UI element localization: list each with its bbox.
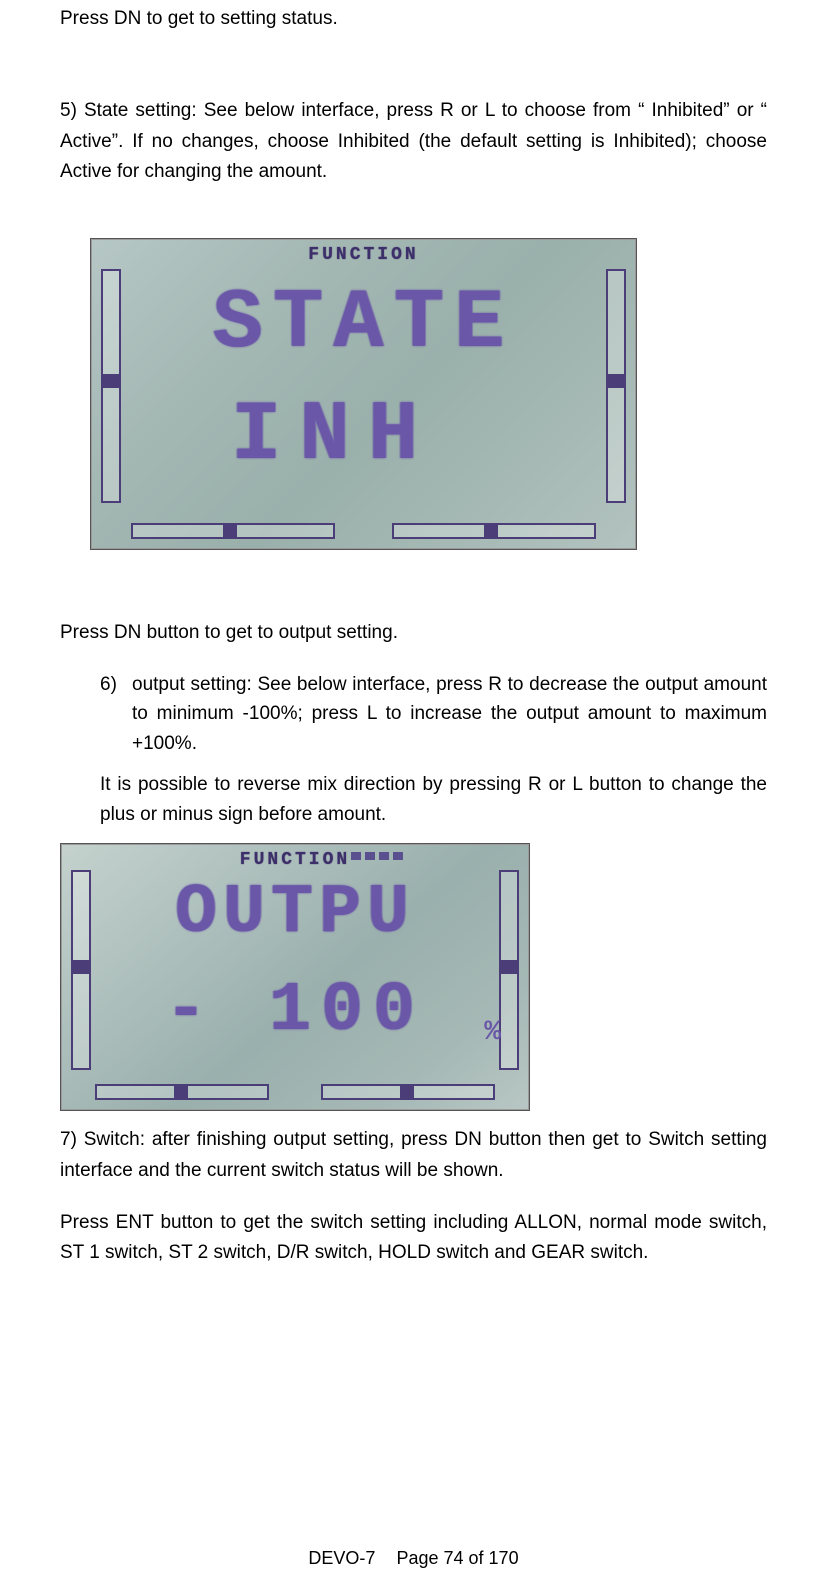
lcd2-title: FUNCTION [240, 850, 350, 870]
lcd-figure-2: FUNCTION OUTPU - 100 % [60, 843, 530, 1111]
lcd2-bottom-right-gauge [321, 1084, 495, 1100]
lcd1-bottom-left-gauge [131, 523, 335, 539]
lcd2-line1: OUTPU [61, 874, 529, 953]
lcd1-title: FUNCTION [308, 245, 418, 265]
footer-model: DEVO-7 [308, 1548, 375, 1568]
dot-icon [365, 852, 375, 860]
gauge-marker [223, 523, 237, 539]
step-6-note: It is possible to reverse mix direction … [60, 770, 767, 829]
lcd1-line2: INH [91, 389, 636, 484]
spacer [60, 550, 767, 590]
lcd2-bottom-left-gauge [95, 1084, 269, 1100]
step-5-text: 5) State setting: See below interface, p… [60, 96, 767, 187]
dot-icon [351, 852, 361, 860]
gauge-marker [101, 374, 121, 388]
spacer [60, 56, 767, 96]
after-lcd1-text: Press DN button to get to output setting… [60, 618, 767, 648]
spacer [60, 210, 767, 238]
page-footer: DEVO-7 Page 74 of 170 [0, 1548, 827, 1569]
step-7-text: 7) Switch: after finishing output settin… [60, 1125, 767, 1186]
gauge-marker [400, 1084, 414, 1100]
footer-page-number: Page 74 of 170 [396, 1548, 518, 1568]
gauge-marker [174, 1084, 188, 1100]
document-page: Press DN to get to setting status. 5) St… [0, 0, 827, 1593]
lcd2-line2: - 100 [61, 972, 529, 1051]
dot-icon [393, 852, 403, 860]
list-item: 6) output setting: See below interface, … [100, 670, 767, 758]
step-6-number: 6) [100, 670, 132, 758]
lcd-figure-2-wrap: FUNCTION OUTPU - 100 % [60, 843, 767, 1111]
lcd-figure-1-wrap: FUNCTION STATE INH [90, 238, 767, 550]
step-7b-text: Press ENT button to get the switch setti… [60, 1208, 767, 1269]
gauge-marker [484, 523, 498, 539]
spacer [60, 590, 767, 618]
gauge-marker [606, 374, 626, 388]
dot-icon [379, 852, 389, 860]
lcd1-line1: STATE [91, 277, 636, 372]
step-6-text: output setting: See below interface, pre… [132, 670, 767, 758]
lcd-figure-1: FUNCTION STATE INH [90, 238, 637, 550]
lcd1-bottom-right-gauge [392, 523, 596, 539]
lcd2-indicator-dots [351, 852, 403, 860]
lcd2-percent-symbol: % [484, 1017, 501, 1048]
step-6-list: 6) output setting: See below interface, … [60, 670, 767, 758]
intro-line: Press DN to get to setting status. [60, 0, 767, 34]
